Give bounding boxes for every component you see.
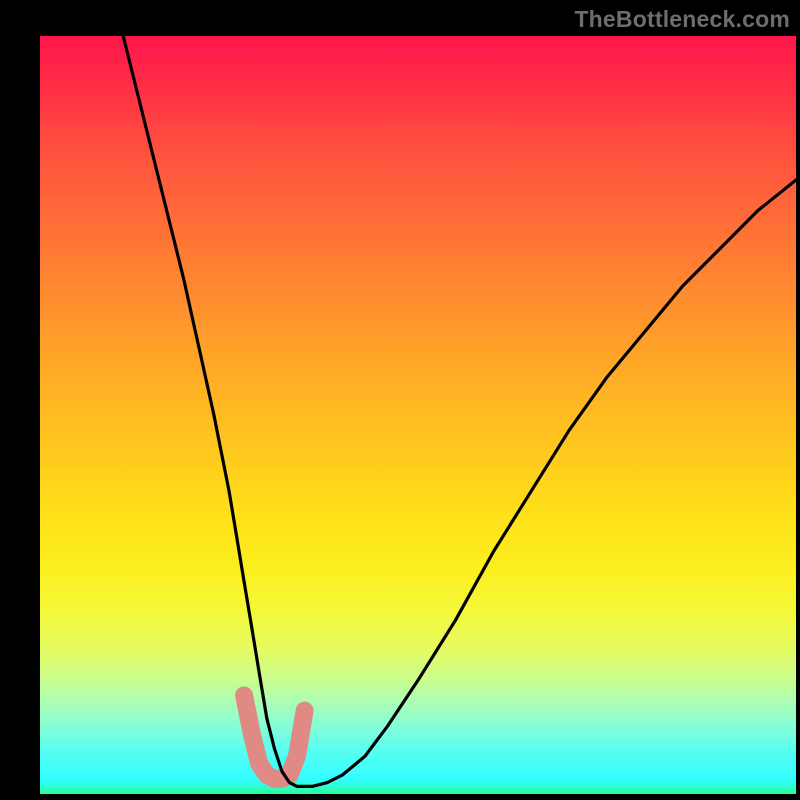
chart-frame: TheBottleneck.com <box>0 0 800 800</box>
curve-layer <box>40 36 796 794</box>
attribution-label: TheBottleneck.com <box>574 6 790 33</box>
plot-area <box>40 36 796 794</box>
marker-segment <box>244 696 305 779</box>
main-curve <box>123 36 796 786</box>
